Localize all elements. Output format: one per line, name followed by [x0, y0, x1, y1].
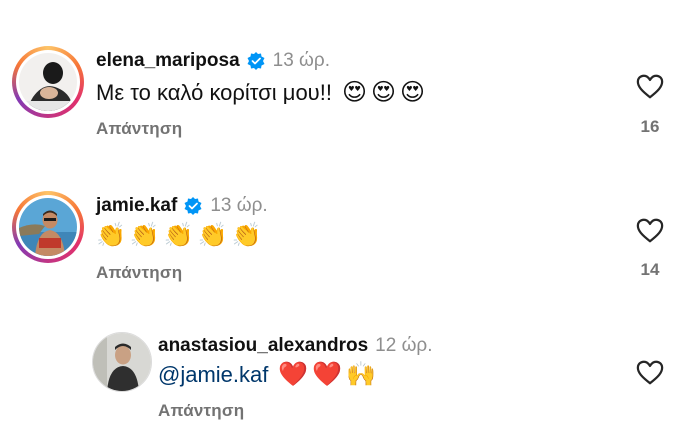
red-heart-emoji: ❤️ [278, 361, 309, 388]
heart-eyes-emoji: 😍 [341, 79, 367, 106]
clapping-hands-emoji: 👏 [197, 222, 228, 249]
raising-hands-emoji: 🙌 [346, 361, 377, 388]
avatar-image [93, 333, 151, 391]
reply-comment-item: anastasiou_alexandros 12 ώρ. @jamie.kaf … [0, 300, 700, 446]
mention-link[interactable]: @jamie.kaf [158, 362, 268, 388]
clapping-hands-emoji: 👏 [129, 222, 160, 249]
heart-eyes-emoji: 😍 [400, 79, 426, 106]
comment-body: Με το καλό κορίτσι μου!! [96, 80, 332, 105]
verified-badge-icon [184, 197, 202, 215]
verified-badge-icon [247, 52, 265, 70]
avatar-image [19, 198, 77, 256]
like-heart-icon[interactable] [635, 216, 665, 244]
avatar[interactable] [19, 53, 77, 111]
comment-timestamp: 12 ώρ. [375, 335, 433, 356]
comment-timestamp: 13 ώρ. [272, 50, 330, 71]
username[interactable]: jamie.kaf [96, 195, 177, 217]
comment-item: elena_mariposa 13 ώρ. Με το καλό κορίτσι… [0, 0, 700, 150]
comment-item: jamie.kaf 13 ώρ. 👏 👏 👏 👏 👏 Απάντηση 14 [0, 150, 700, 300]
red-heart-emoji: ❤️ [312, 361, 343, 388]
avatar[interactable] [19, 198, 77, 256]
like-count: 14 [640, 260, 660, 279]
comment-text: @jamie.kaf ❤️ ❤️ 🙌 [158, 362, 376, 388]
comment-meta: elena_mariposa 13 ώρ. [96, 50, 330, 72]
like-heart-icon[interactable] [635, 72, 665, 100]
like-count: 16 [640, 117, 660, 136]
avatar[interactable] [92, 332, 152, 392]
comment-text: 👏 👏 👏 👏 👏 [96, 224, 261, 248]
comment-timestamp: 13 ώρ. [210, 195, 268, 216]
clapping-hands-emoji: 👏 [163, 222, 194, 249]
username[interactable]: anastasiou_alexandros [158, 335, 368, 357]
comment-meta: jamie.kaf 13 ώρ. [96, 195, 268, 217]
reply-button[interactable]: Απάντηση [158, 401, 244, 421]
avatar-image [19, 53, 77, 111]
reply-button[interactable]: Απάντηση [96, 263, 182, 283]
like-heart-icon[interactable] [635, 358, 665, 386]
clapping-hands-emoji: 👏 [231, 222, 262, 249]
comment-meta: anastasiou_alexandros 12 ώρ. [158, 335, 433, 357]
avatar-story-ring[interactable] [12, 46, 84, 118]
clapping-hands-emoji: 👏 [96, 222, 126, 249]
username[interactable]: elena_mariposa [96, 50, 240, 72]
reply-button[interactable]: Απάντηση [96, 119, 182, 139]
comment-text: Με το καλό κορίτσι μου!! 😍 😍 😍 [96, 80, 425, 106]
heart-eyes-emoji: 😍 [370, 79, 396, 106]
avatar-story-ring[interactable] [12, 191, 84, 263]
